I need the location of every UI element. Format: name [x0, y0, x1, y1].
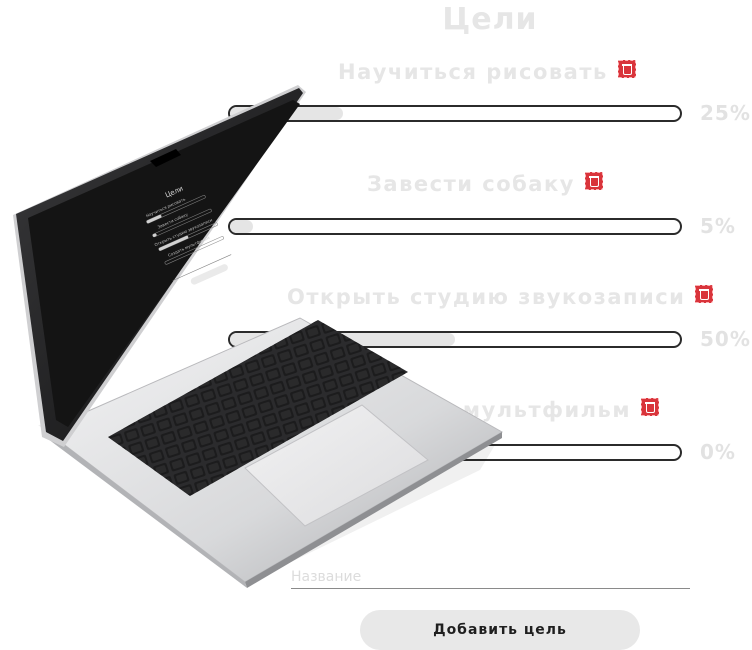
goal-title-3: Открыть студию звукозаписи: [287, 285, 714, 309]
goal-percent-2: 5%: [700, 214, 736, 238]
goal-title-2: Завести собаку: [367, 172, 603, 196]
goal-title-label: Создать мультфильм: [345, 398, 631, 422]
goal-title-label: Открыть студию звукозаписи: [287, 285, 686, 309]
trash-icon[interactable]: [584, 172, 603, 190]
goal-name-field: [291, 566, 690, 589]
trash-icon[interactable]: [617, 60, 636, 78]
goal-title-label: Завести собаку: [367, 172, 575, 196]
goal-progress-fill: [230, 107, 343, 120]
svg-text:Научиться рисовать: Научиться рисовать: [145, 196, 187, 218]
goal-progress-bar-1: [228, 105, 682, 122]
goal-title-1: Научиться рисовать: [338, 60, 636, 84]
svg-text:Завести собаку: Завести собаку: [157, 211, 189, 229]
laptop-illustration: Цели Научиться рисовать Завести собаку О…: [13, 85, 504, 588]
goal-percent-4: 0%: [700, 440, 736, 464]
goal-progress-bar-2: [228, 218, 682, 235]
goal-percent-1: 25%: [700, 101, 751, 125]
goal-progress-fill: [230, 220, 253, 233]
goal-title-label: Научиться рисовать: [338, 60, 608, 84]
goal-progress-fill: [230, 333, 455, 346]
trash-icon[interactable]: [641, 398, 659, 416]
goal-progress-bar-3: [228, 331, 682, 348]
goal-title-4: Создать мультфильм: [345, 398, 659, 422]
goal-name-input[interactable]: [291, 566, 690, 588]
svg-text:Открыть студию звукозаписи: Открыть студию звукозаписи: [154, 217, 214, 247]
svg-text:Цели: Цели: [164, 185, 184, 200]
goal-percent-3: 50%: [700, 327, 751, 351]
trash-icon[interactable]: [695, 285, 714, 303]
add-goal-button[interactable]: Добавить цель: [360, 610, 640, 650]
goal-progress-bar-4: [228, 444, 682, 461]
svg-text:Создать мультфильм: Создать мультфильм: [167, 235, 210, 258]
page-title: Цели: [442, 2, 538, 37]
